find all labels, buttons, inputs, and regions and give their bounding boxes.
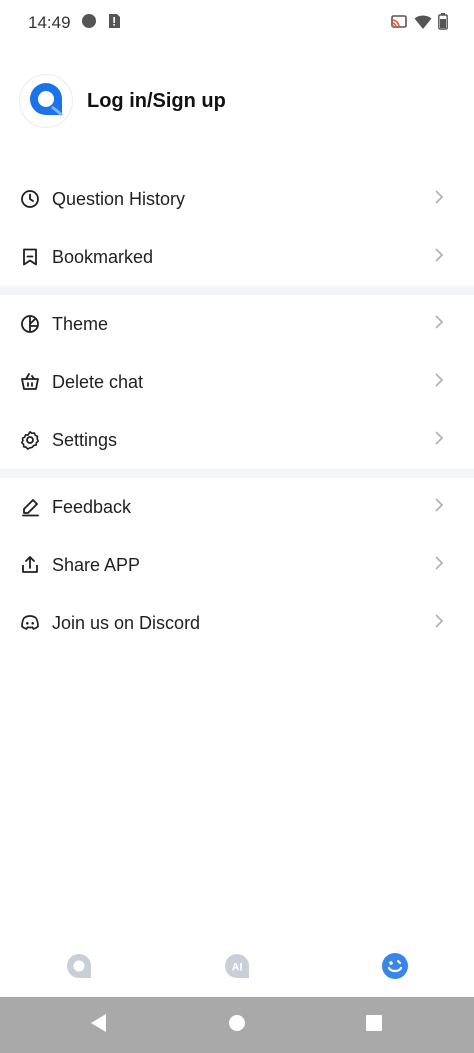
menu-item-settings[interactable]: Settings bbox=[0, 411, 474, 469]
avatar[interactable] bbox=[19, 74, 73, 128]
menu-item-label: Share APP bbox=[52, 554, 141, 575]
recents-button[interactable] bbox=[346, 997, 402, 1053]
circle-notification-icon bbox=[81, 13, 97, 34]
home-button[interactable] bbox=[209, 997, 265, 1053]
bookmark-icon bbox=[20, 247, 40, 267]
menu-item-label: Delete chat bbox=[52, 371, 144, 392]
share-icon bbox=[20, 555, 40, 575]
chevron-right-icon bbox=[434, 497, 444, 517]
status-time: 14:49 bbox=[28, 13, 71, 32]
menu-item-label: Join us on Discord bbox=[52, 612, 201, 633]
chevron-right-icon bbox=[434, 247, 444, 267]
wifi-icon bbox=[414, 14, 432, 35]
settings-menu: Question History Bookmarked Theme Delete… bbox=[0, 170, 474, 652]
back-button[interactable] bbox=[71, 997, 127, 1053]
chat-tab-icon bbox=[65, 952, 93, 985]
chevron-right-icon bbox=[434, 314, 444, 334]
menu-item-theme[interactable]: Theme bbox=[0, 295, 474, 353]
gear-icon bbox=[20, 430, 40, 450]
svg-text:AI: AI bbox=[232, 961, 243, 973]
bottom-tab-bar: AI bbox=[0, 940, 474, 996]
basket-icon bbox=[20, 372, 40, 392]
menu-item-label: Settings bbox=[52, 429, 118, 450]
menu-item-label: Feedback bbox=[52, 496, 132, 517]
menu-item-label: Question History bbox=[52, 188, 186, 209]
discord-icon bbox=[20, 613, 40, 633]
chat-bubble-logo-icon bbox=[27, 80, 65, 123]
login-label[interactable]: Log in/Sign up bbox=[87, 90, 226, 113]
section-divider bbox=[0, 469, 474, 478]
login-row[interactable]: Log in/Sign up bbox=[19, 74, 226, 128]
menu-item-bookmarked[interactable]: Bookmarked bbox=[0, 228, 474, 286]
clock-icon bbox=[20, 189, 40, 209]
smiley-tab-icon bbox=[381, 952, 409, 985]
battery-icon bbox=[438, 13, 448, 35]
menu-item-delete-chat[interactable]: Delete chat bbox=[0, 353, 474, 411]
menu-item-discord[interactable]: Join us on Discord bbox=[0, 594, 474, 652]
recents-icon bbox=[365, 1014, 383, 1037]
menu-item-question-history[interactable]: Question History bbox=[0, 170, 474, 228]
chevron-right-icon bbox=[434, 372, 444, 392]
chevron-right-icon bbox=[434, 430, 444, 450]
tab-chat[interactable] bbox=[51, 940, 107, 996]
chevron-right-icon bbox=[434, 613, 444, 633]
theme-icon bbox=[20, 314, 40, 334]
chevron-right-icon bbox=[434, 189, 444, 209]
tab-ai[interactable]: AI bbox=[209, 940, 265, 996]
menu-item-label: Bookmarked bbox=[52, 246, 154, 267]
system-nav-bar bbox=[0, 997, 474, 1053]
menu-item-feedback[interactable]: Feedback bbox=[0, 478, 474, 536]
menu-item-share-app[interactable]: Share APP bbox=[0, 536, 474, 594]
section-divider bbox=[0, 286, 474, 295]
pencil-icon bbox=[20, 497, 40, 517]
menu-item-label: Theme bbox=[52, 313, 109, 334]
chevron-right-icon bbox=[434, 555, 444, 575]
status-right-icons bbox=[390, 13, 448, 35]
status-left-icons bbox=[81, 13, 121, 34]
status-bar: 14:49 bbox=[0, 0, 474, 46]
alert-notification-icon bbox=[107, 13, 121, 34]
ai-tab-icon: AI bbox=[223, 952, 251, 985]
back-icon bbox=[90, 1013, 108, 1038]
home-icon bbox=[228, 1014, 246, 1037]
cast-icon bbox=[390, 14, 408, 35]
tab-profile[interactable] bbox=[367, 940, 423, 996]
